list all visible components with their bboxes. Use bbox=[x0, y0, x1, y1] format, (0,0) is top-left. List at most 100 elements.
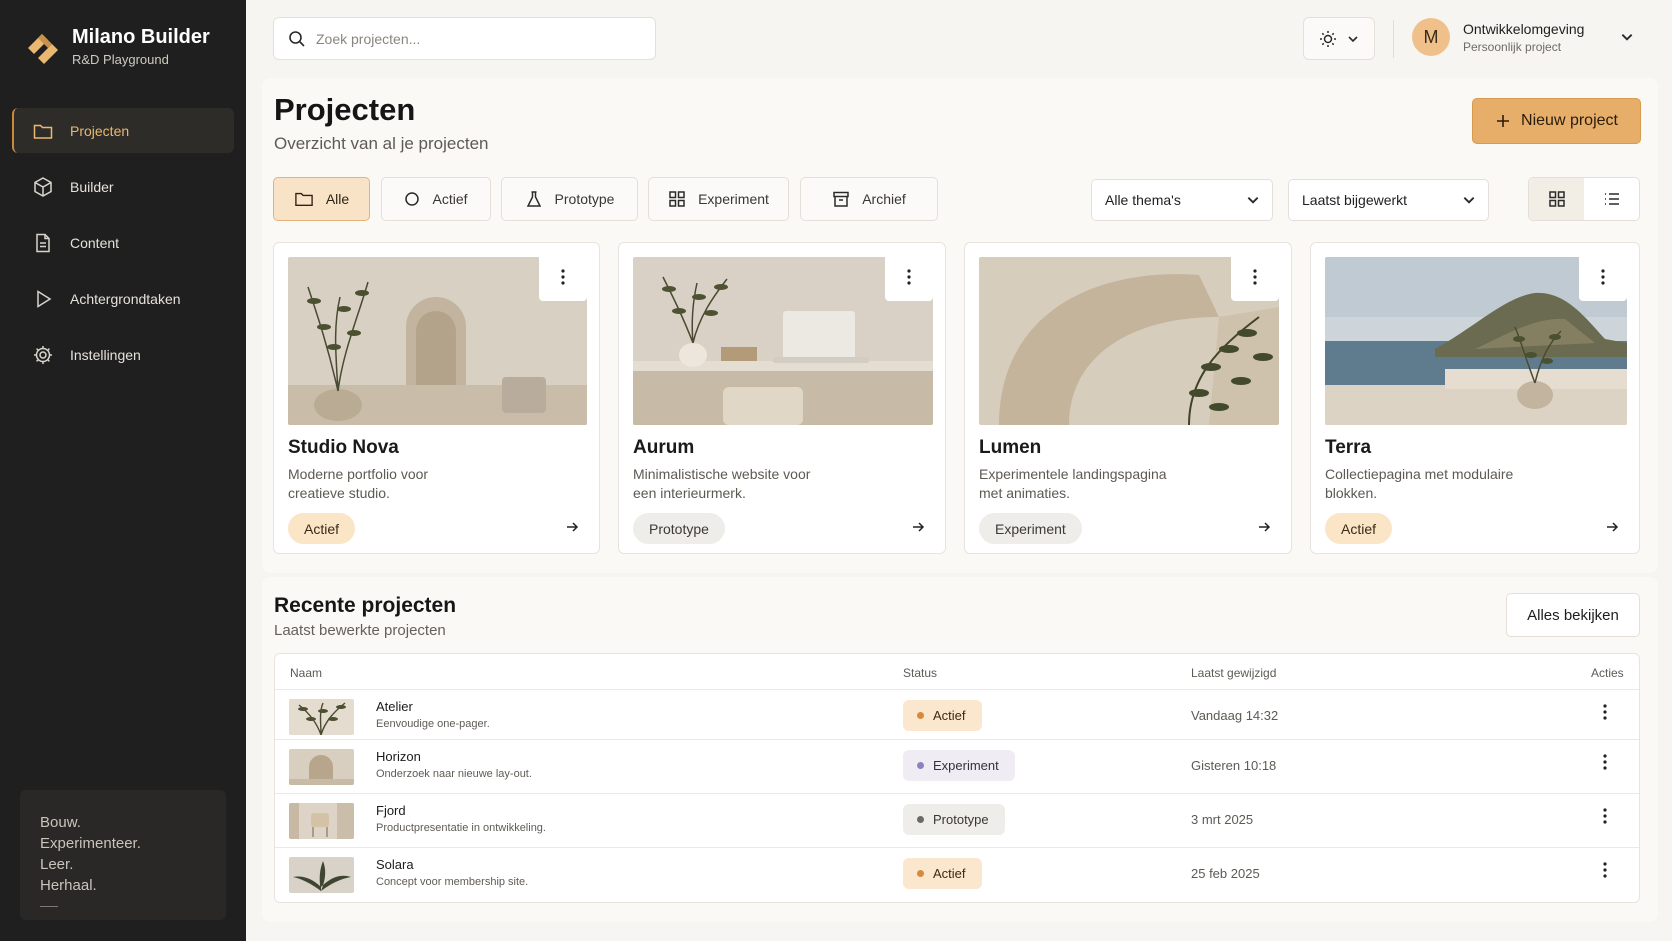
flask-icon bbox=[526, 191, 541, 207]
card-menu-button[interactable] bbox=[1579, 253, 1627, 301]
search-box[interactable] bbox=[273, 17, 656, 60]
chevron-down-icon bbox=[1348, 35, 1358, 42]
play-icon bbox=[37, 289, 52, 308]
theme-select[interactable]: Alle thema's bbox=[1091, 179, 1273, 221]
column-header-name: Naam bbox=[290, 666, 323, 680]
tagline-line: Herhaal. bbox=[40, 877, 97, 894]
view-all-button[interactable]: Alles bekijken bbox=[1506, 593, 1640, 637]
user-menu[interactable]: M Ontwikkelomgeving Persoonlijk project bbox=[1412, 18, 1584, 56]
card-description: Minimalistische website voor een interie… bbox=[633, 466, 811, 501]
filter-prototype[interactable]: Prototype bbox=[501, 177, 638, 221]
arrow-right-icon[interactable] bbox=[911, 520, 925, 534]
column-header-status: Status bbox=[903, 666, 938, 680]
status-badge: Experiment bbox=[979, 513, 1082, 544]
column-header-actions: Acties bbox=[1591, 666, 1624, 680]
document-icon bbox=[36, 233, 50, 252]
tagline-line: Bouw. bbox=[40, 814, 81, 831]
card-menu-button[interactable] bbox=[1231, 253, 1279, 301]
page-title: Projecten bbox=[274, 92, 416, 127]
filter-experiment[interactable]: Experiment bbox=[648, 177, 789, 221]
circle-icon bbox=[405, 192, 420, 206]
search-input[interactable] bbox=[316, 30, 636, 47]
filter-alle[interactable]: Alle bbox=[273, 177, 370, 221]
page-subtitle: Overzicht van al je projecten bbox=[274, 134, 489, 153]
list-view-button[interactable] bbox=[1584, 178, 1639, 220]
tagline-line: Leer. bbox=[40, 856, 74, 873]
list-view-icon bbox=[1604, 193, 1619, 205]
card-menu-button[interactable] bbox=[885, 253, 933, 301]
row-date: Gisteren 10:18 bbox=[1191, 758, 1277, 773]
table-row[interactable]: Horizon Onderzoek naar nieuwe lay-out. E… bbox=[275, 739, 1639, 793]
new-project-button[interactable]: Nieuw project bbox=[1472, 98, 1641, 144]
status-badge: Actief bbox=[903, 858, 982, 889]
folder-icon bbox=[33, 124, 53, 139]
plus-icon bbox=[1497, 115, 1510, 127]
chevron-down-icon bbox=[1621, 34, 1633, 41]
kebab-icon[interactable] bbox=[1603, 862, 1607, 878]
row-thumbnail bbox=[289, 749, 354, 785]
user-menu-chevron[interactable] bbox=[1620, 30, 1634, 49]
arrow-right-icon[interactable] bbox=[1605, 520, 1619, 534]
project-card-studio-nova[interactable]: Studio Nova Moderne portfolio voor creat… bbox=[273, 242, 600, 554]
brand-title: Milano Builder bbox=[72, 26, 210, 48]
project-card-aurum[interactable]: Aurum Minimalistische website voor een i… bbox=[618, 242, 946, 554]
table-row[interactable]: Fjord Productpresentatie in ontwikkeling… bbox=[275, 793, 1639, 847]
sort-select[interactable]: Laatst bijgewerkt bbox=[1288, 179, 1489, 221]
chevron-down-icon bbox=[1247, 197, 1259, 204]
recent-title: Recente projecten bbox=[274, 594, 457, 617]
row-date: 25 feb 2025 bbox=[1191, 866, 1260, 881]
card-description: Collectiepagina met modulaire blokken. bbox=[1325, 466, 1514, 501]
filter-label: Alle bbox=[325, 191, 350, 207]
kebab-icon[interactable] bbox=[1603, 704, 1607, 720]
search-icon bbox=[289, 30, 305, 47]
sidebar-item-achtergrondtaken[interactable]: Achtergrondtaken bbox=[12, 276, 234, 321]
filter-archief[interactable]: Archief bbox=[800, 177, 938, 221]
arrow-right-icon[interactable] bbox=[1257, 520, 1271, 534]
sidebar-item-label: Achtergrondtaken bbox=[70, 290, 181, 307]
sidebar-item-builder[interactable]: Builder bbox=[12, 164, 234, 209]
sun-icon bbox=[1320, 30, 1336, 47]
filter-actief[interactable]: Actief bbox=[381, 177, 491, 221]
card-menu-button[interactable] bbox=[539, 253, 587, 301]
sidebar-nav: Projecten Builder Content Achtergrondtak… bbox=[12, 108, 234, 388]
row-description: Concept voor membership site. bbox=[376, 876, 529, 888]
kebab-icon bbox=[907, 269, 911, 285]
sidebar-item-label: Builder bbox=[70, 178, 114, 195]
topbar-divider bbox=[1393, 20, 1394, 58]
filter-label: Actief bbox=[432, 191, 468, 207]
view-toggle bbox=[1528, 177, 1640, 221]
recent-subtitle: Laatst bewerkte projecten bbox=[274, 622, 446, 639]
row-thumbnail bbox=[289, 803, 354, 839]
chevron-down-icon bbox=[1463, 197, 1475, 204]
folder-icon bbox=[295, 192, 313, 206]
recent-projects-table: Naam Status Laatst gewijzigd Acties Atel… bbox=[274, 653, 1640, 903]
row-thumbnail bbox=[289, 699, 354, 735]
project-card-lumen[interactable]: Lumen Experimentele landingspagina met a… bbox=[964, 242, 1292, 554]
sidebar-item-label: Content bbox=[70, 234, 120, 251]
status-badge: Actief bbox=[1325, 513, 1393, 544]
row-thumbnail bbox=[289, 857, 354, 893]
filter-label: Prototype bbox=[554, 191, 615, 207]
table-row[interactable]: Atelier Eenvoudige one-pager. Actief Van… bbox=[275, 689, 1639, 739]
row-name: Atelier bbox=[376, 699, 413, 714]
arrow-right-icon[interactable] bbox=[565, 520, 579, 534]
tagline-card: Bouw. Experimenteer. Leer. Herhaal. bbox=[20, 790, 226, 920]
card-title: Aurum bbox=[633, 437, 695, 458]
grid-view-button[interactable] bbox=[1529, 178, 1584, 220]
archive-icon bbox=[833, 191, 849, 207]
kebab-icon bbox=[1601, 269, 1605, 285]
project-card-terra[interactable]: Terra Collectiepagina met modulaire blok… bbox=[1310, 242, 1640, 554]
sort-select-value: Laatst bijgewerkt bbox=[1302, 192, 1408, 208]
sidebar-item-projecten[interactable]: Projecten bbox=[12, 108, 234, 153]
table-row[interactable]: Solara Concept voor membership site. Act… bbox=[275, 847, 1639, 901]
sidebar-item-instellingen[interactable]: Instellingen bbox=[12, 332, 234, 377]
kebab-icon[interactable] bbox=[1603, 754, 1607, 770]
theme-toggle-button[interactable] bbox=[1303, 17, 1375, 60]
sidebar-item-content[interactable]: Content bbox=[12, 220, 234, 265]
brand[interactable]: Milano Builder R&D Playground bbox=[26, 24, 210, 68]
grid-icon bbox=[669, 191, 685, 207]
filter-label: Archief bbox=[862, 191, 906, 207]
card-description: Experimentele landingspagina met animati… bbox=[979, 466, 1167, 501]
status-badge: Experiment bbox=[903, 750, 1015, 781]
kebab-icon[interactable] bbox=[1603, 808, 1607, 824]
